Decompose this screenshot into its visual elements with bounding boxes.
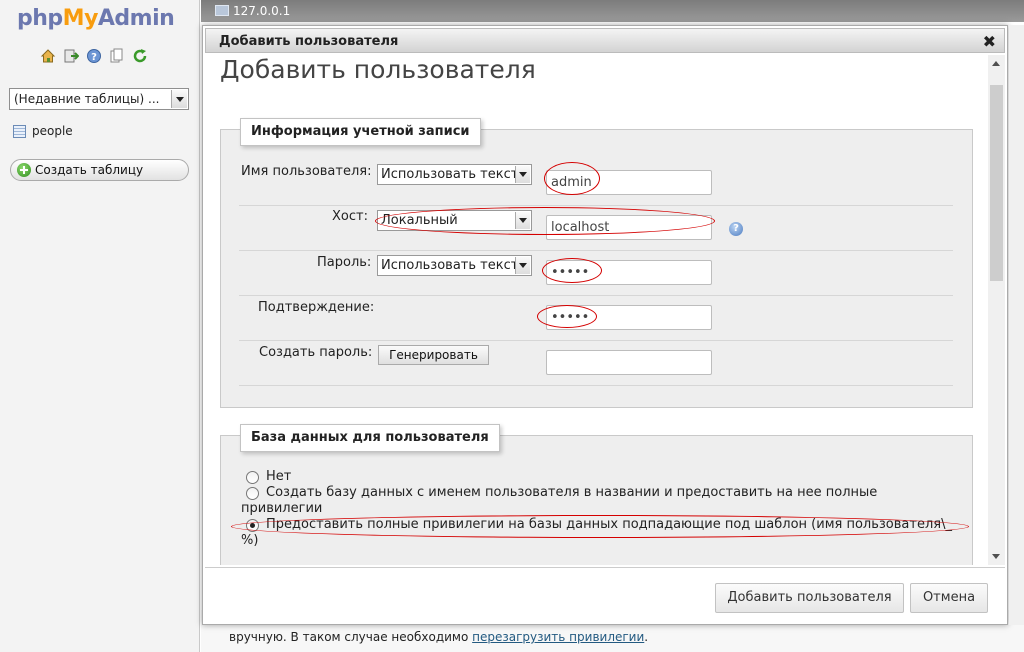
scroll-down-icon[interactable] — [992, 554, 1000, 559]
confirm-password-input[interactable]: ••••• — [546, 305, 712, 330]
dialog-scrollbar[interactable] — [988, 55, 1005, 565]
db-option-wildcard-label: Предоставить полные привилегии на базы д… — [266, 517, 952, 532]
password-mode-select[interactable]: Использовать текст — [377, 255, 532, 276]
username-mode-select[interactable]: Использовать текст — [377, 164, 532, 185]
table-icon — [13, 124, 26, 138]
user-database-fieldset: База данных для пользователя Нет Создать… — [220, 424, 973, 565]
page-title: Добавить пользователя — [220, 55, 536, 84]
password-input[interactable]: ••••• — [546, 260, 712, 285]
phpmyadmin-logo[interactable]: phpMyAdmin — [17, 6, 175, 31]
db-option-create-label: Создать базу данных с именем пользовател… — [266, 485, 878, 500]
db-option-none-radio[interactable] — [246, 471, 259, 484]
notice-text: вручную. В таком случае необходимо перез… — [229, 630, 649, 644]
svg-text:?: ? — [91, 52, 97, 63]
dialog-titlebar[interactable]: Добавить пользователя ✖ — [205, 28, 1005, 53]
db-option-wildcard-label-cont: %) — [241, 533, 259, 548]
scroll-up-icon[interactable] — [992, 61, 1000, 66]
scroll-thumb[interactable] — [990, 85, 1003, 281]
sidebar-item-people[interactable]: people — [13, 124, 73, 138]
generate-password-button[interactable]: Генерировать — [378, 345, 489, 365]
account-info-legend: Информация учетной записи — [240, 118, 481, 146]
server-breadcrumb[interactable]: 127.0.0.1 — [201, 0, 1024, 22]
navigation-panel: phpMyAdmin ? (Недавние таблицы) ... peop… — [0, 0, 200, 652]
user-database-legend: База данных для пользователя — [240, 424, 500, 452]
username-input[interactable]: admin — [546, 170, 712, 195]
server-icon — [215, 5, 229, 16]
exit-icon[interactable] — [63, 48, 80, 64]
cancel-button[interactable]: Отмена — [910, 583, 988, 613]
plus-icon — [17, 163, 31, 177]
host-label: Хост: — [332, 209, 368, 224]
create-table-button[interactable]: Создать таблицу — [10, 159, 189, 181]
nav-icon-row: ? — [40, 48, 148, 64]
reload-icon[interactable] — [132, 48, 148, 64]
chevron-down-icon — [515, 166, 530, 183]
dialog-content: Добавить пользователя Информация учетной… — [205, 55, 1005, 565]
host-input[interactable]: localhost — [546, 215, 712, 240]
close-icon[interactable]: ✖ — [983, 32, 996, 51]
generate-password-label: Создать пароль: — [259, 345, 373, 360]
chevron-down-icon — [171, 90, 187, 108]
account-info-fieldset: Информация учетной записи Имя пользовате… — [220, 118, 973, 408]
row-divider — [239, 295, 953, 296]
recent-tables-select[interactable]: (Недавние таблицы) ... — [9, 88, 189, 110]
row-divider — [239, 205, 953, 206]
db-option-none-label: Нет — [266, 469, 292, 484]
help-icon[interactable]: ? — [729, 222, 743, 236]
db-option-create-label-cont: привилегии — [241, 501, 323, 516]
home-icon[interactable] — [40, 48, 56, 64]
chevron-down-icon — [515, 257, 530, 274]
add-user-button[interactable]: Добавить пользователя — [715, 583, 904, 613]
row-divider — [239, 340, 953, 341]
dialog-footer: Добавить пользователя Отмена — [205, 567, 1005, 622]
chevron-down-icon — [515, 212, 530, 229]
help-icon[interactable]: ? — [86, 48, 102, 64]
username-label: Имя пользователя: — [241, 164, 372, 179]
db-option-create-radio[interactable] — [246, 487, 259, 500]
docs-icon[interactable] — [109, 48, 125, 64]
row-divider — [239, 250, 953, 251]
reload-privileges-link[interactable]: перезагрузить привилегии — [472, 630, 644, 644]
add-user-dialog: Добавить пользователя ✖ Добавить пользов… — [202, 25, 1008, 625]
confirm-password-label: Подтверждение: — [258, 300, 375, 315]
page-scrollbar[interactable] — [1009, 25, 1024, 625]
db-option-wildcard-radio[interactable] — [246, 519, 259, 532]
generated-password-input[interactable] — [546, 350, 712, 375]
password-label: Пароль: — [317, 255, 372, 270]
host-mode-select[interactable]: Локальный — [377, 210, 532, 231]
row-divider — [239, 385, 953, 386]
